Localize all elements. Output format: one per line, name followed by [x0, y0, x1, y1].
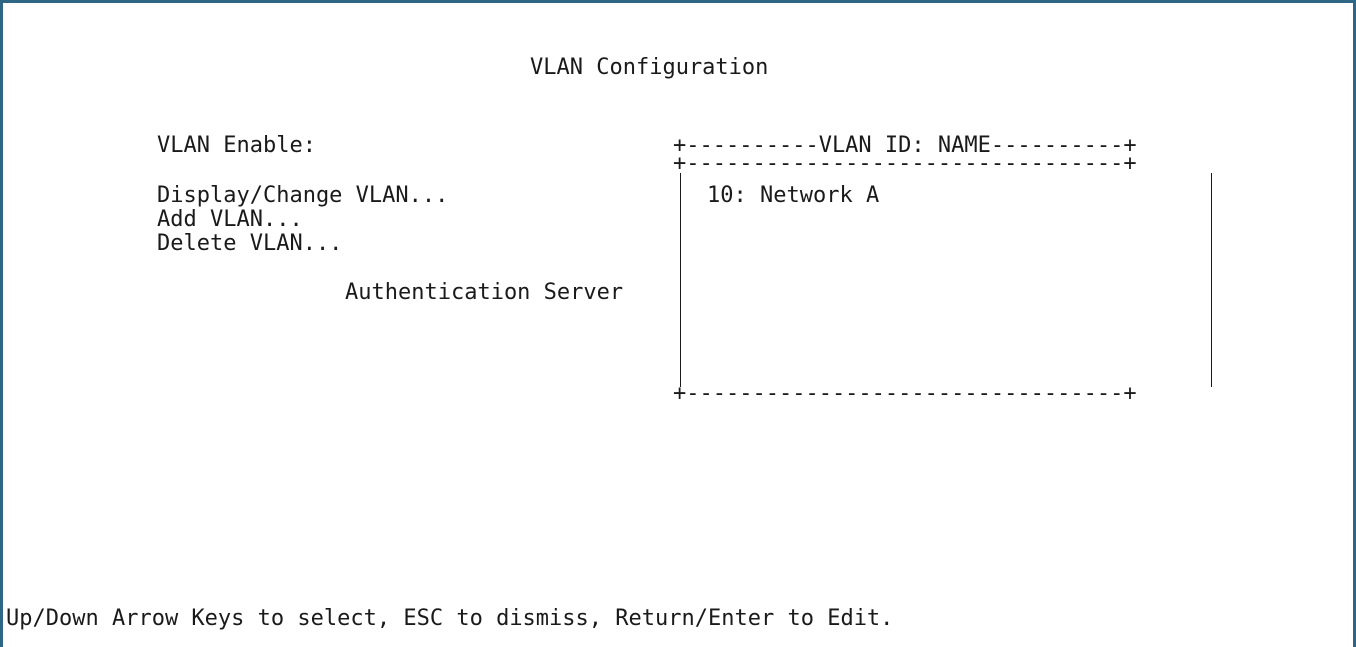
vlan-list-left-border [680, 173, 681, 387]
vlan-list-box[interactable]: +----------VLAN ID: NAME----------+ +---… [673, 133, 1218, 406]
vlan-list-item[interactable]: 10: Network A [707, 183, 879, 209]
delete-vlan-menu-item[interactable]: Delete VLAN... [157, 231, 342, 257]
authentication-server-label[interactable]: Authentication Server [345, 280, 623, 306]
status-bar: Up/Down Arrow Keys to select, ESC to dis… [6, 606, 894, 631]
page-title: VLAN Configuration [530, 55, 769, 80]
display-change-vlan-menu-item[interactable]: Display/Change VLAN... [157, 183, 448, 209]
add-vlan-menu-item[interactable]: Add VLAN... [157, 207, 303, 233]
terminal-screen: VLAN Configuration VLAN Enable: Display/… [0, 0, 1356, 647]
vlan-list-bottom-border: +---------------------------------+ [673, 381, 1137, 406]
vlan-list-header-separator: +---------------------------------+ [673, 151, 1137, 176]
vlan-list-right-border [1211, 173, 1212, 387]
vlan-enable-field[interactable]: VLAN Enable: [157, 133, 316, 159]
